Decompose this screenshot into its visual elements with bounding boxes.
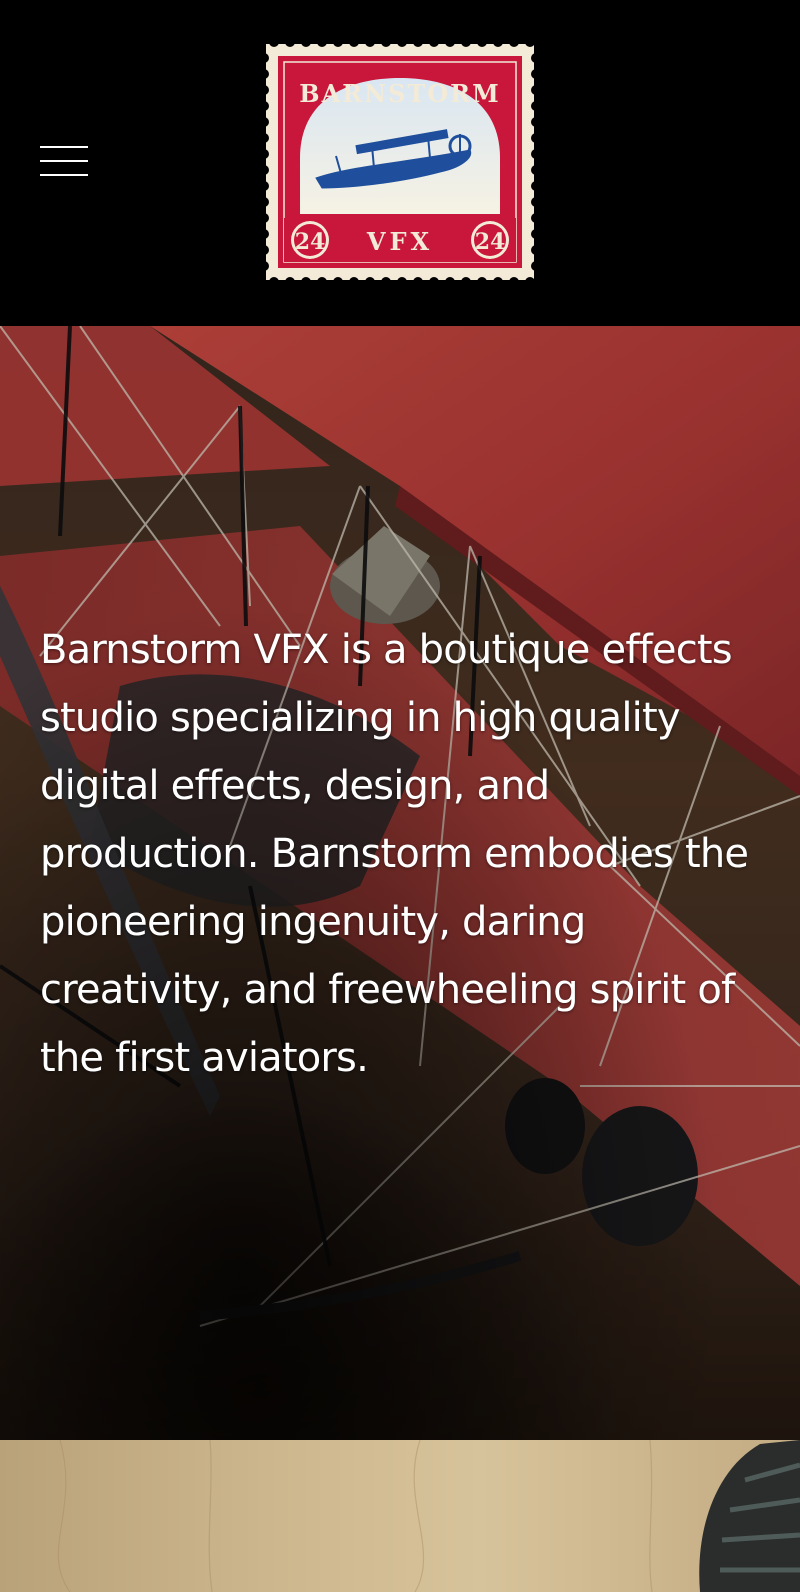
hero-section: Barnstorm VFX is a boutique effects stud… <box>0 326 800 1440</box>
hamburger-menu-icon <box>40 146 88 148</box>
stamp-left-value: 24 <box>295 229 326 255</box>
barnstorm-stamp-logo[interactable]: BARNSTORM 24 24 VFX <box>260 38 540 286</box>
menu-line <box>40 174 88 176</box>
stamp-bottom-text: VFX <box>366 227 433 256</box>
wood-table-image <box>57 1440 800 1592</box>
page: BARNSTORM 24 24 VFX Barnstorm VFX is a b… <box>0 0 800 1592</box>
stamp-right-value: 24 <box>475 229 506 255</box>
hamburger-menu-button[interactable] <box>40 144 88 178</box>
menu-line <box>40 160 88 162</box>
stamp-top-text: BARNSTORM <box>299 79 500 108</box>
next-section <box>0 1440 800 1592</box>
studio-description: Barnstorm VFX is a boutique effects stud… <box>40 627 749 1081</box>
stamp-logo-graphic: BARNSTORM 24 24 VFX <box>260 38 540 286</box>
site-header: BARNSTORM 24 24 VFX <box>0 0 800 326</box>
